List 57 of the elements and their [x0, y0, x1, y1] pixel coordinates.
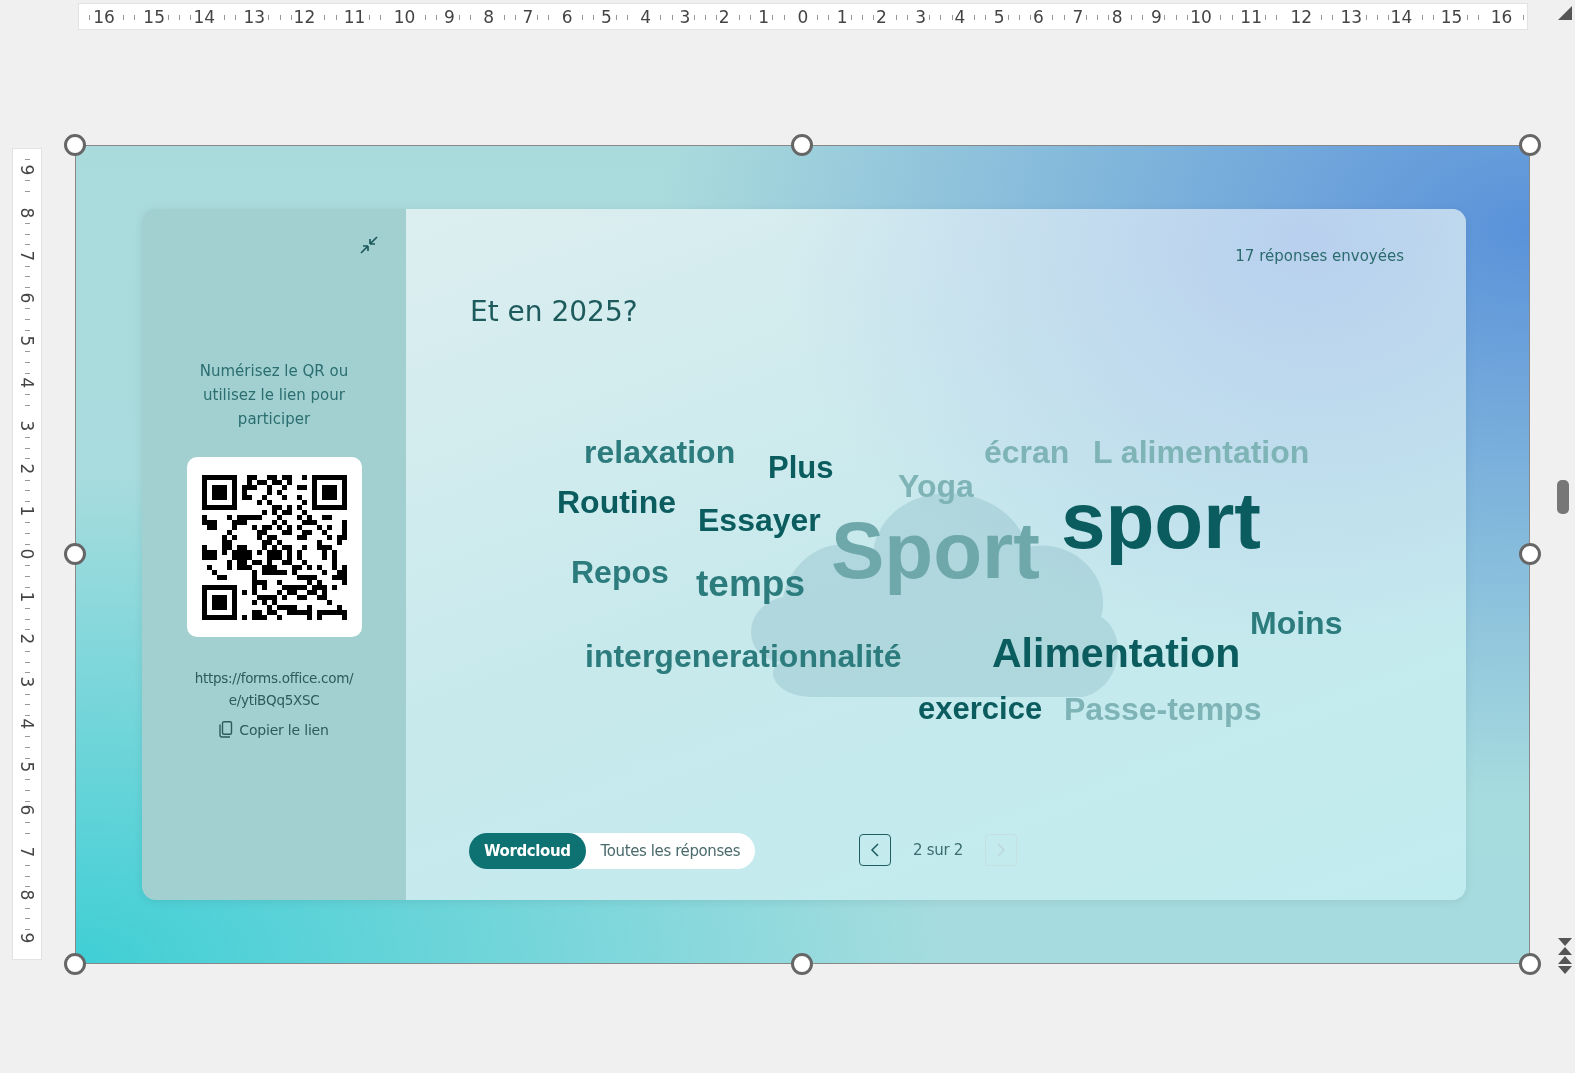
selection-handle[interactable] — [64, 543, 86, 565]
cloud-word: Passe-temps — [1064, 693, 1262, 725]
cloud-word: Yoga — [898, 470, 974, 502]
ruler-number: 1 — [18, 591, 36, 602]
collapse-icon[interactable] — [359, 235, 379, 255]
ruler-number: 7 — [18, 846, 36, 858]
cloud-word: Essayer — [698, 504, 821, 536]
ruler-number: 1 — [18, 505, 36, 517]
ruler-number: 5 — [18, 335, 36, 347]
selection-handle[interactable] — [1519, 543, 1541, 565]
selection-handle[interactable] — [1519, 953, 1541, 975]
ruler-number: 7 — [18, 250, 36, 261]
scroll-up-icon[interactable] — [1558, 6, 1572, 20]
ruler-number: 8 — [18, 889, 36, 901]
ruler-number: 6 — [18, 292, 36, 304]
cloud-word: Routine — [557, 486, 677, 518]
copy-link-button[interactable]: Copier le lien — [215, 719, 333, 740]
form-link[interactable]: https://forms.office.com/e/ytiBQq5XSC — [194, 667, 354, 711]
ruler-number: 6 — [18, 804, 36, 816]
ruler-number: 2 — [18, 463, 36, 475]
ruler-number: 0 — [18, 548, 36, 560]
selection-handle[interactable] — [64, 134, 86, 156]
ruler-number: 9 — [18, 164, 36, 176]
cloud-word: écran — [984, 436, 1070, 468]
page-indicator: 2 sur 2 — [913, 841, 963, 859]
cloud-word: Repos — [571, 556, 669, 588]
chevron-left-icon — [870, 842, 880, 858]
cloud-word: intergenerationnalité — [585, 640, 902, 672]
cloud-word: exercice — [918, 693, 1043, 724]
selection-handle[interactable] — [1519, 134, 1541, 156]
ruler-number: 3 — [18, 420, 36, 432]
ruler-number: 2 — [18, 633, 36, 645]
cloud-word: L alimentation — [1093, 436, 1310, 468]
selection-handle[interactable] — [791, 953, 813, 975]
ruler-number: 3 — [18, 676, 36, 688]
ruler-number: 4 — [18, 719, 36, 730]
response-count: 17 réponses envoyées — [1235, 247, 1404, 265]
cloud-word: Alimentation — [992, 633, 1241, 674]
cloud-word: Moins — [1250, 607, 1343, 639]
copy-icon — [219, 721, 234, 738]
ruler-number: 8 — [18, 207, 36, 219]
selection-handle[interactable] — [64, 953, 86, 975]
selection-handle[interactable] — [791, 134, 813, 156]
ruler-number: 5 — [18, 761, 36, 773]
view-tab[interactable]: Toutes les réponses — [585, 833, 756, 869]
ruler-number: 9 — [18, 932, 36, 943]
previous-page-button[interactable] — [859, 834, 891, 866]
question-title: Et en 2025? — [470, 295, 638, 328]
page-nav-icon[interactable] — [1558, 938, 1572, 974]
cloud-word: Plus — [768, 452, 834, 483]
scrollbar-thumb[interactable] — [1557, 480, 1569, 514]
cloud-word: relaxation — [584, 436, 736, 468]
cloud-word: temps — [696, 565, 805, 602]
slide-background[interactable] — [75, 145, 1530, 964]
ruler-number: 4 — [18, 378, 36, 389]
view-tab[interactable]: Wordcloud — [469, 833, 586, 869]
instructions-text: Numérisez le QR ou utilisez le lien pour participer — [198, 361, 350, 430]
